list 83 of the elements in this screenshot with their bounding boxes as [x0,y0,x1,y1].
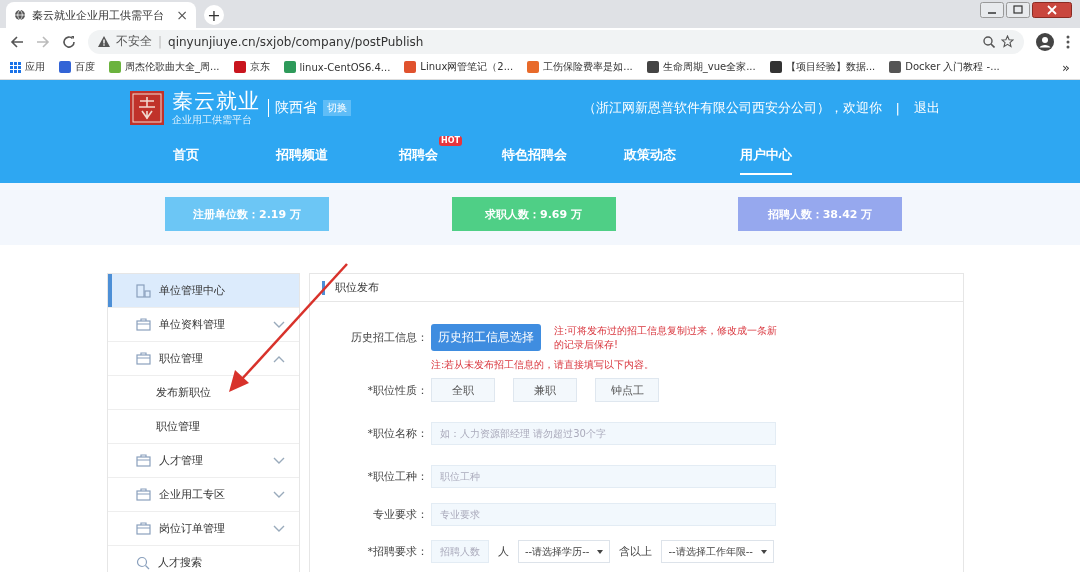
reload-icon[interactable] [62,34,76,49]
building-icon [136,283,151,298]
caret-icon [760,549,767,554]
bookmark[interactable]: Linux网管笔记（2... [404,60,514,74]
briefcase-icon [136,318,151,331]
address-bar[interactable]: 不安全 | qinyunjiuye.cn/sxjob/company/postPublish [88,29,1024,54]
url-text: qinyunjiuye.cn/sxjob/company/postPublish [168,34,424,49]
bookmark[interactable]: 生命周期_vue全家... [646,60,756,74]
search-icon [136,555,150,570]
job-type-option[interactable]: 钟点工 [595,378,659,402]
job-type-option[interactable]: 兼职 [513,378,577,402]
briefcase-icon [136,454,151,467]
warning-icon [98,36,110,47]
favicon-icon [59,61,71,73]
chevron-icon [273,354,285,363]
star-icon[interactable] [1001,35,1014,48]
field-label: 历史招工信息： [350,330,428,345]
bookmark[interactable]: 京东 [233,60,270,74]
bookmark[interactable]: Docker 入门教程 -... [889,60,1000,74]
bookmark[interactable]: 百度 [59,60,95,74]
education-select[interactable]: --请选择学历-- [518,540,611,563]
briefcase-icon [136,488,151,501]
favicon-icon [404,61,417,73]
years-select[interactable]: --请选择工作年限-- [661,540,774,563]
input-field[interactable]: 如：人力资源部经理 请勿超过30个字 [431,422,776,445]
briefcase-icon [136,522,151,535]
bookmark[interactable]: 周杰伦歌曲大全_周... [109,60,220,74]
brand-name: 秦云就业 [172,89,260,113]
bookmark[interactable]: 工伤保险费率是如... [527,60,633,74]
briefcase-icon [136,352,151,365]
unit-label: 人 [498,544,509,559]
field-label: *职位名称： [366,426,428,441]
more-bookmarks[interactable]: » [1062,59,1070,75]
favicon-icon [527,61,540,73]
brand-slogan: 企业用工供需平台 [172,113,253,127]
province-label: 陕西省 [268,99,317,117]
field-label: 专业要求： [372,507,428,522]
history-note: 注:可将发布过的招工信息复制过来，修改成一条新的记录后保存! [554,324,779,352]
bookmark[interactable]: 【项目经验】数据... [769,60,876,74]
input-field[interactable]: 专业要求 [431,503,776,526]
chevron-icon [273,320,285,329]
minimize-button[interactable] [980,2,1004,18]
hot-badge: HOT [439,135,462,146]
favicon-icon [233,61,246,73]
close-button[interactable] [1032,2,1072,18]
panel-title: 职位发布 [335,280,379,295]
profile-icon[interactable] [1036,32,1054,51]
favicon-icon [646,61,659,73]
stat-card: 招聘人数：38.42 万 [738,197,902,231]
globe-icon [14,9,26,21]
fill-note: 注:若从未发布招工信息的，请直接填写以下内容。 [431,358,655,372]
back-icon[interactable] [10,34,24,49]
separator: | [158,34,163,49]
field-label: *职位性质： [366,382,428,398]
caret-icon [597,549,604,554]
chevron-icon [273,456,285,465]
stat-card: 求职人数：9.69 万 [451,197,616,231]
favicon-icon [283,61,296,73]
welcome-text: （浙江网新恩普软件有限公司西安分公司），欢迎你 [582,99,882,117]
close-tab-button[interactable]: × [176,7,188,23]
menu-icon[interactable] [1066,34,1070,49]
field-label: *职位工种： [366,469,428,484]
favicon-icon [889,61,902,73]
job-type-option[interactable]: 全职 [431,378,495,402]
stat-card: 注册单位数：2.19 万 [165,197,329,231]
sidebar-item[interactable]: 单位管理中心 [108,274,299,308]
field-label: *招聘要求： [366,544,428,559]
favicon-icon [769,61,782,73]
maximize-button[interactable] [1006,2,1030,18]
count-field[interactable]: 招聘人数 [431,540,489,563]
chevron-icon [273,524,285,533]
chevron-icon [273,490,285,499]
input-field[interactable]: 职位工种 [431,465,776,488]
suffix-label: 含以上 [619,544,653,559]
zoom-icon[interactable] [983,35,995,48]
browser-tab[interactable]: 秦云就业企业用工供需平台 × [6,2,196,28]
bookmark[interactable]: linux-CentOS6.4... [283,61,391,73]
logo-icon [130,91,164,125]
new-tab-button[interactable]: + [204,5,224,25]
separator: | [895,100,900,116]
bookmark[interactable]: 应用 [10,60,45,74]
favicon-icon [109,61,121,73]
security-label: 不安全 [116,33,152,50]
